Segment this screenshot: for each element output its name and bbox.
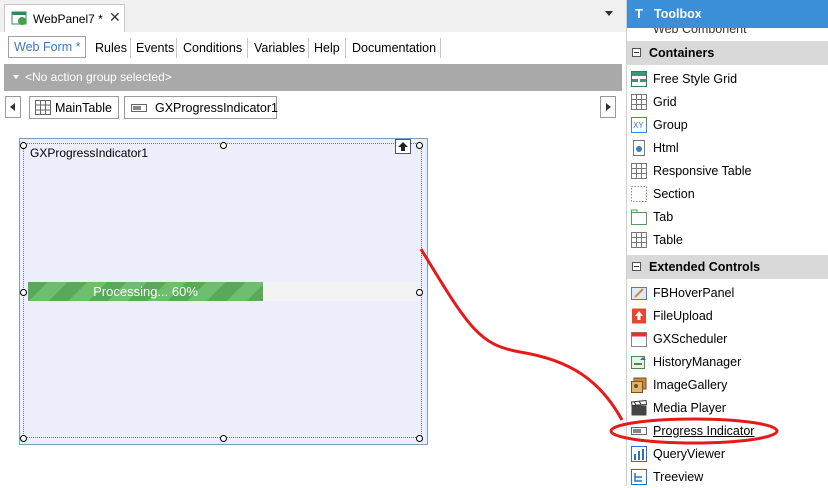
- annotation-ellipse: [609, 417, 779, 445]
- annotation-overlay: [419, 248, 779, 445]
- annotation-curve: [419, 248, 624, 421]
